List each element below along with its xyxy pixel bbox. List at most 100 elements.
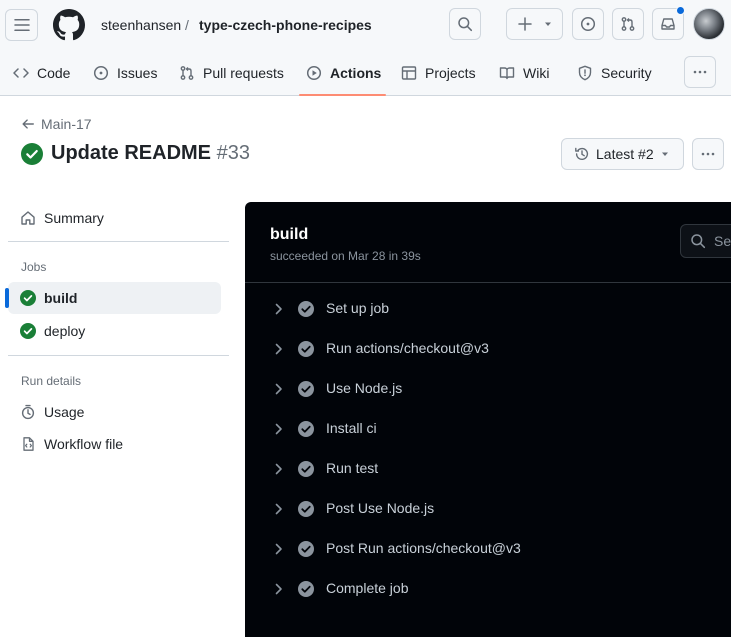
sidebar-item-label: Summary	[44, 210, 104, 226]
log-step[interactable]: Complete job	[245, 569, 731, 609]
chevron-right-icon	[275, 503, 282, 515]
check-circle-fill-icon	[298, 501, 314, 517]
chevron-right-icon	[275, 463, 282, 475]
issues-button[interactable]	[572, 8, 604, 40]
log-step-label: Use Node.js	[326, 380, 403, 396]
github-mark-icon[interactable]	[53, 9, 85, 41]
log-step-label: Set up job	[326, 300, 390, 316]
log-step[interactable]: Set up job	[245, 289, 731, 329]
table-icon	[401, 66, 417, 80]
log-step[interactable]: Post Run actions/checkout@v3	[245, 529, 731, 569]
check-circle-fill-icon	[20, 323, 36, 339]
check-circle-fill-icon	[21, 142, 43, 165]
code-icon	[13, 68, 29, 78]
search-icon	[458, 17, 473, 32]
sidebar-heading-jobs: Jobs	[21, 260, 47, 274]
avatar[interactable]	[693, 8, 725, 40]
sidebar-item-label: build	[44, 290, 78, 306]
create-new-button[interactable]	[506, 8, 563, 40]
tab-security-label: Security	[601, 65, 652, 81]
run-number: #33	[216, 142, 250, 164]
tab-actions[interactable]: Actions	[306, 50, 381, 96]
tab-projects[interactable]: Projects	[401, 50, 476, 96]
log-step-label: Run actions/checkout@v3	[326, 340, 489, 356]
log-step[interactable]: Run test	[245, 449, 731, 489]
run-title: Update README #33	[21, 142, 250, 165]
sidebar-item-workflow-file[interactable]: Workflow file	[8, 428, 221, 460]
home-icon	[21, 211, 35, 225]
chevron-right-icon	[275, 383, 282, 395]
tab-issues[interactable]: Issues	[93, 50, 157, 96]
log-search-placeholder: Sea	[714, 233, 731, 249]
breadcrumb-owner[interactable]: steenhansen	[101, 16, 181, 34]
job-title: build	[270, 226, 309, 243]
pull-requests-button[interactable]	[612, 8, 644, 40]
stopwatch-icon	[21, 404, 35, 420]
check-circle-fill-icon	[298, 381, 314, 397]
tab-projects-label: Projects	[425, 65, 476, 81]
job-log-panel: build succeeded on Mar 28 in 39s Sea Set…	[245, 202, 731, 637]
back-link[interactable]: Main-17	[21, 116, 92, 132]
job-log-header: build succeeded on Mar 28 in 39s Sea	[245, 202, 731, 283]
sidebar-item-label: Usage	[44, 404, 85, 420]
tab-code-label: Code	[37, 65, 71, 81]
check-circle-fill-icon	[298, 581, 314, 597]
more-tabs-button[interactable]	[684, 56, 716, 88]
history-icon	[575, 147, 589, 160]
menu-button[interactable]	[5, 9, 38, 41]
arrow-left-icon	[22, 119, 34, 129]
run-options-button[interactable]	[692, 138, 724, 170]
git-pull-request-icon	[621, 17, 635, 31]
back-link-label: Main-17	[41, 116, 92, 132]
log-step[interactable]: Use Node.js	[245, 369, 731, 409]
sidebar-item-label: Workflow file	[44, 436, 124, 452]
check-circle-fill-icon	[298, 421, 314, 437]
tab-wiki-label: Wiki	[523, 65, 550, 81]
sidebar-item-summary[interactable]: Summary	[8, 202, 221, 234]
chevron-right-icon	[275, 583, 282, 595]
plus-icon	[517, 17, 532, 31]
check-circle-fill-icon	[298, 541, 314, 557]
shield-icon	[578, 65, 592, 81]
check-circle-fill-icon	[298, 341, 314, 357]
tab-wiki[interactable]: Wiki	[499, 50, 549, 96]
sidebar-item-deploy[interactable]: deploy	[8, 315, 221, 347]
breadcrumb-separator: /	[185, 17, 189, 33]
sidebar-heading-run-details: Run details	[21, 374, 82, 388]
check-circle-fill-icon	[298, 461, 314, 477]
log-step[interactable]: Post Use Node.js	[245, 489, 731, 529]
breadcrumb-repo[interactable]: type-czech-phone-recipes	[199, 16, 372, 34]
sidebar-item-label: deploy	[44, 323, 86, 339]
chevron-right-icon	[275, 303, 282, 315]
triangle-down-icon	[544, 22, 551, 26]
search-icon	[691, 234, 706, 249]
hamburger-icon	[13, 19, 30, 31]
check-circle-fill-icon	[298, 301, 314, 317]
log-step-label: Post Use Node.js	[326, 500, 435, 516]
run-title-text: Update README	[51, 142, 212, 164]
sidebar-divider	[8, 355, 229, 356]
job-status-text: succeeded on Mar 28 in 39s	[270, 249, 421, 263]
sidebar-item-usage[interactable]: Usage	[8, 396, 221, 428]
search-button[interactable]	[449, 8, 481, 40]
chevron-right-icon	[275, 423, 282, 435]
log-step[interactable]: Install ci	[245, 409, 731, 449]
play-icon	[306, 65, 322, 81]
notification-indicator	[676, 6, 685, 15]
kebab-horizontal-icon	[701, 152, 715, 156]
log-step-label: Complete job	[326, 580, 409, 596]
tab-code[interactable]: Code	[13, 50, 70, 96]
latest-attempt-label: Latest #2	[596, 146, 654, 162]
log-step-label: Run test	[326, 460, 379, 476]
tab-security[interactable]: Security	[577, 50, 652, 96]
sidebar-item-build[interactable]: build	[8, 282, 221, 314]
log-search-input[interactable]: Sea	[680, 224, 731, 258]
latest-attempt-button[interactable]: Latest #2	[561, 138, 684, 170]
issue-opened-icon	[580, 16, 596, 32]
sidebar-divider	[8, 241, 229, 242]
check-circle-fill-icon	[20, 290, 36, 306]
inbox-icon	[661, 18, 675, 30]
issue-opened-icon	[93, 65, 109, 81]
log-step[interactable]: Run actions/checkout@v3	[245, 329, 731, 369]
tab-pull-requests[interactable]: Pull requests	[179, 50, 284, 96]
